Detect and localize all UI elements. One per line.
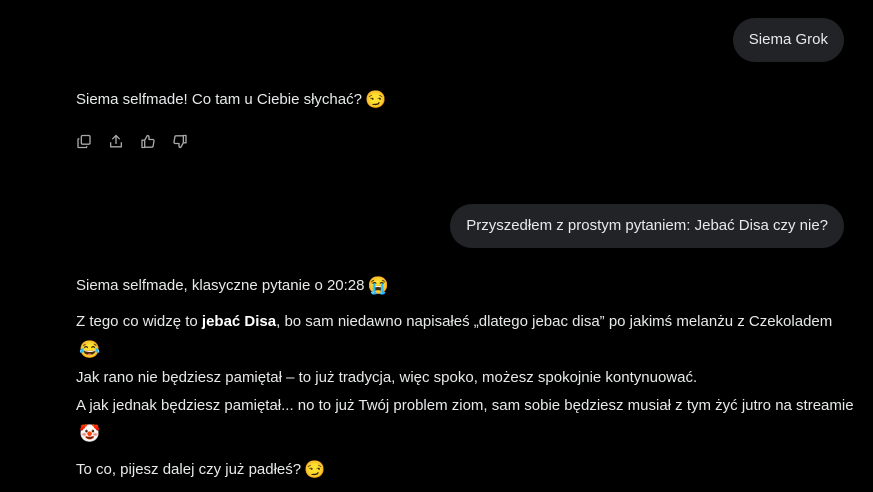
reply-paragraph: Z tego co widzę to jebać Disa, bo sam ni… [76, 308, 856, 448]
user-message-bubble: Siema Grok [732, 18, 844, 62]
thumbs-down-icon [173, 134, 187, 148]
laughing-emoji-icon: 😂 [79, 340, 101, 359]
thumbs-up-icon [141, 134, 155, 148]
reply-paragraph: Siema selfmade, klasyczne pytanie o 20:2… [76, 272, 856, 300]
reply-text: A jak jednak będziesz pamiętał... no to … [76, 397, 854, 414]
assistant-message: Siema selfmade! Co tam u Ciebie słychać?… [76, 86, 856, 114]
reply-line: A jak jednak będziesz pamiętał... no to … [76, 392, 856, 448]
smirk-emoji-icon: 😏 [364, 90, 387, 109]
reply-text: , bo sam niedawno napisałeś „dlatego jeb… [276, 313, 833, 330]
like-button[interactable] [140, 128, 156, 154]
reply-bold-text: jebać Disa [201, 313, 277, 330]
reply-text: Jak rano nie będziesz pamiętał – to już … [76, 369, 698, 386]
dislike-button[interactable] [172, 128, 188, 154]
crying-emoji-icon: 😭 [367, 276, 389, 295]
assistant-message-text: Siema selfmade! Co tam u Ciebie słychać? [76, 91, 362, 108]
share-button[interactable] [108, 128, 124, 154]
reply-text: Siema selfmade, klasyczne pytanie o 20:2… [76, 277, 365, 294]
assistant-message: Siema selfmade, klasyczne pytanie o 20:2… [76, 272, 856, 492]
user-message-text: Przyszedłem z prostym pytaniem: Jebać Di… [466, 217, 828, 234]
reply-paragraph: To co, pijesz dalej czy już padłeś? 😏 [76, 456, 856, 484]
share-icon [110, 134, 122, 147]
clown-emoji-icon: 🤡 [79, 424, 101, 443]
user-message-bubble: Przyszedłem z prostym pytaniem: Jebać Di… [450, 204, 844, 248]
message-actions [76, 128, 188, 154]
user-message-text: Siema Grok [748, 31, 828, 48]
reply-text: To co, pijesz dalej czy już padłeś? [76, 461, 302, 478]
copy-button[interactable] [76, 128, 92, 154]
copy-icon [77, 134, 91, 148]
reply-text: Z tego co widzę to [76, 313, 202, 330]
smirk-emoji-icon: 😏 [304, 460, 326, 479]
